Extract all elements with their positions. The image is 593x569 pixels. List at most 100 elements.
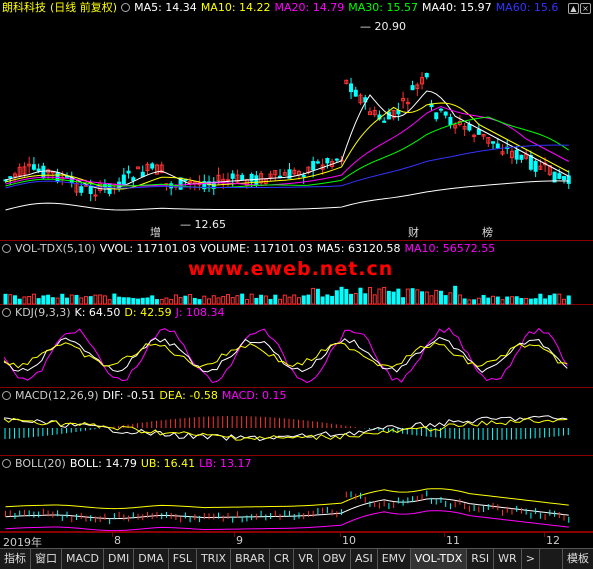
candle-body	[334, 158, 339, 161]
volume-bar	[235, 295, 240, 305]
tab-dma[interactable]: DMA	[134, 549, 169, 569]
volume-bar	[102, 295, 107, 305]
candle-body	[382, 120, 387, 123]
candle-body	[495, 143, 500, 149]
vol-ma10-value: MA10: 56572.55	[404, 242, 496, 255]
volume-bar	[472, 299, 477, 305]
volume-bar	[173, 294, 178, 305]
macd-indicator-name: MACD(12,26,9)	[15, 389, 99, 402]
tab-cr[interactable]: CR	[270, 549, 295, 569]
volume-bar	[74, 294, 79, 305]
candle-body	[311, 161, 316, 171]
volume-bar	[98, 294, 103, 305]
tab-trix[interactable]: TRIX	[197, 549, 232, 569]
volume-bar	[438, 290, 443, 305]
tab-vol-tdx[interactable]: VOL-TDX	[410, 549, 468, 569]
volume-bar	[69, 294, 74, 305]
candle-body	[533, 160, 538, 172]
volume-bar	[230, 297, 235, 305]
candle-body	[514, 149, 519, 160]
volume-bar	[150, 295, 155, 305]
volume-bar	[334, 290, 339, 305]
volume-bar	[202, 295, 207, 305]
tab-fsl[interactable]: FSL	[169, 549, 197, 569]
tab-obv[interactable]: OBV	[319, 549, 351, 569]
tab-macd[interactable]: MACD	[62, 549, 104, 569]
volume-bar	[46, 294, 51, 305]
watermark: www.eweb.net.cn	[188, 258, 394, 280]
candle-body	[240, 174, 245, 181]
tab-brar[interactable]: BRAR	[231, 549, 271, 569]
panel-up-icon[interactable]: ▲	[568, 3, 579, 14]
panel-close-icon[interactable]: ×	[580, 3, 591, 14]
xaxis-label-nov: 11	[446, 534, 460, 547]
volume-bar	[386, 290, 391, 305]
candle-body	[8, 176, 13, 179]
tab-dmi[interactable]: DMI	[104, 549, 135, 569]
boll-panel[interactable]: BOLL(20) BOLL: 14.79 UB: 16.41 LB: 13.17	[0, 456, 593, 532]
tab-wr[interactable]: WR	[494, 549, 522, 569]
volume-bar	[562, 298, 567, 305]
price-panel[interactable]: 朗科科技 (日线 前复权) MA5: 14.34 MA10: 14.22 MA20: 1…	[0, 0, 593, 241]
boll-settings-icon[interactable]	[2, 459, 11, 468]
volume-bar	[164, 297, 169, 305]
candle-body	[557, 173, 562, 179]
volume-bar	[41, 295, 46, 305]
volume-bar	[27, 296, 32, 305]
tab-template[interactable]: 模板	[562, 549, 593, 569]
xaxis-tick	[340, 533, 341, 537]
event-mark-bang[interactable]: 榜	[482, 224, 493, 240]
tab-rsi[interactable]: RSI	[467, 549, 495, 569]
boll-ub-value: UB: 16.41	[140, 457, 196, 470]
volume-bar	[467, 299, 472, 305]
volume-bar	[50, 297, 55, 305]
ma10-value: MA10: 14.22	[200, 1, 271, 14]
tab-indicators[interactable]: 指标	[0, 549, 31, 569]
settings-circle-icon[interactable]	[121, 3, 131, 12]
volume-bar	[183, 295, 188, 305]
volume-bar	[401, 297, 406, 305]
candle-body	[169, 183, 174, 189]
volume-bar	[543, 298, 548, 305]
tab-emv[interactable]: EMV	[378, 549, 411, 569]
kdj-panel[interactable]: KDJ(9,3,3) K: 64.50 D: 42.59 J: 108.34	[0, 305, 593, 388]
volume-value: VOLUME: 117101.03	[200, 242, 313, 255]
volume-bar	[429, 295, 434, 305]
volume-bar	[8, 294, 13, 305]
volume-bar	[83, 296, 88, 305]
volume-bar	[514, 296, 519, 305]
kdj-header: KDJ(9,3,3) K: 64.50 D: 42.59 J: 108.34	[2, 306, 229, 320]
volume-bar	[273, 294, 278, 305]
volume-bar	[353, 293, 358, 305]
volume-bar	[495, 296, 500, 305]
candle-body	[121, 174, 126, 185]
tab-window[interactable]: 窗口	[31, 549, 62, 569]
ma10-line	[5, 102, 570, 190]
kdj-k-value: K: 64.50	[74, 306, 121, 319]
kdj-settings-icon[interactable]	[2, 308, 11, 317]
volume-bar	[453, 285, 458, 305]
macd-panel[interactable]: MACD(12,26,9) DIF: -0.51 DEA: -0.58 MACD: 0…	[0, 388, 593, 456]
tab-more-arrow[interactable]: >	[522, 549, 540, 569]
ma5-value: MA5: 14.34	[134, 1, 197, 14]
volume-bar	[282, 294, 287, 305]
volume-bar	[405, 288, 410, 305]
volume-bar	[159, 298, 164, 305]
macd-settings-icon[interactable]	[2, 391, 11, 400]
event-mark-cai[interactable]: 财	[408, 224, 419, 240]
volume-bar	[240, 293, 245, 305]
period-label: (日线 前复权)	[50, 1, 118, 14]
volume-bar	[65, 297, 70, 305]
candle-body	[443, 111, 448, 116]
kdj-d-line	[3, 342, 568, 369]
tab-asi[interactable]: ASI	[351, 549, 378, 569]
tab-vr[interactable]: VR	[294, 549, 319, 569]
volume-bar	[500, 299, 505, 305]
candle-body	[349, 83, 354, 93]
volume-settings-icon[interactable]	[2, 244, 11, 253]
volume-bar	[287, 296, 292, 305]
volume-bar	[349, 293, 354, 305]
boll-lower-line	[5, 510, 569, 532]
candle-body	[93, 194, 98, 197]
event-mark-zeng[interactable]: 增	[150, 224, 161, 240]
